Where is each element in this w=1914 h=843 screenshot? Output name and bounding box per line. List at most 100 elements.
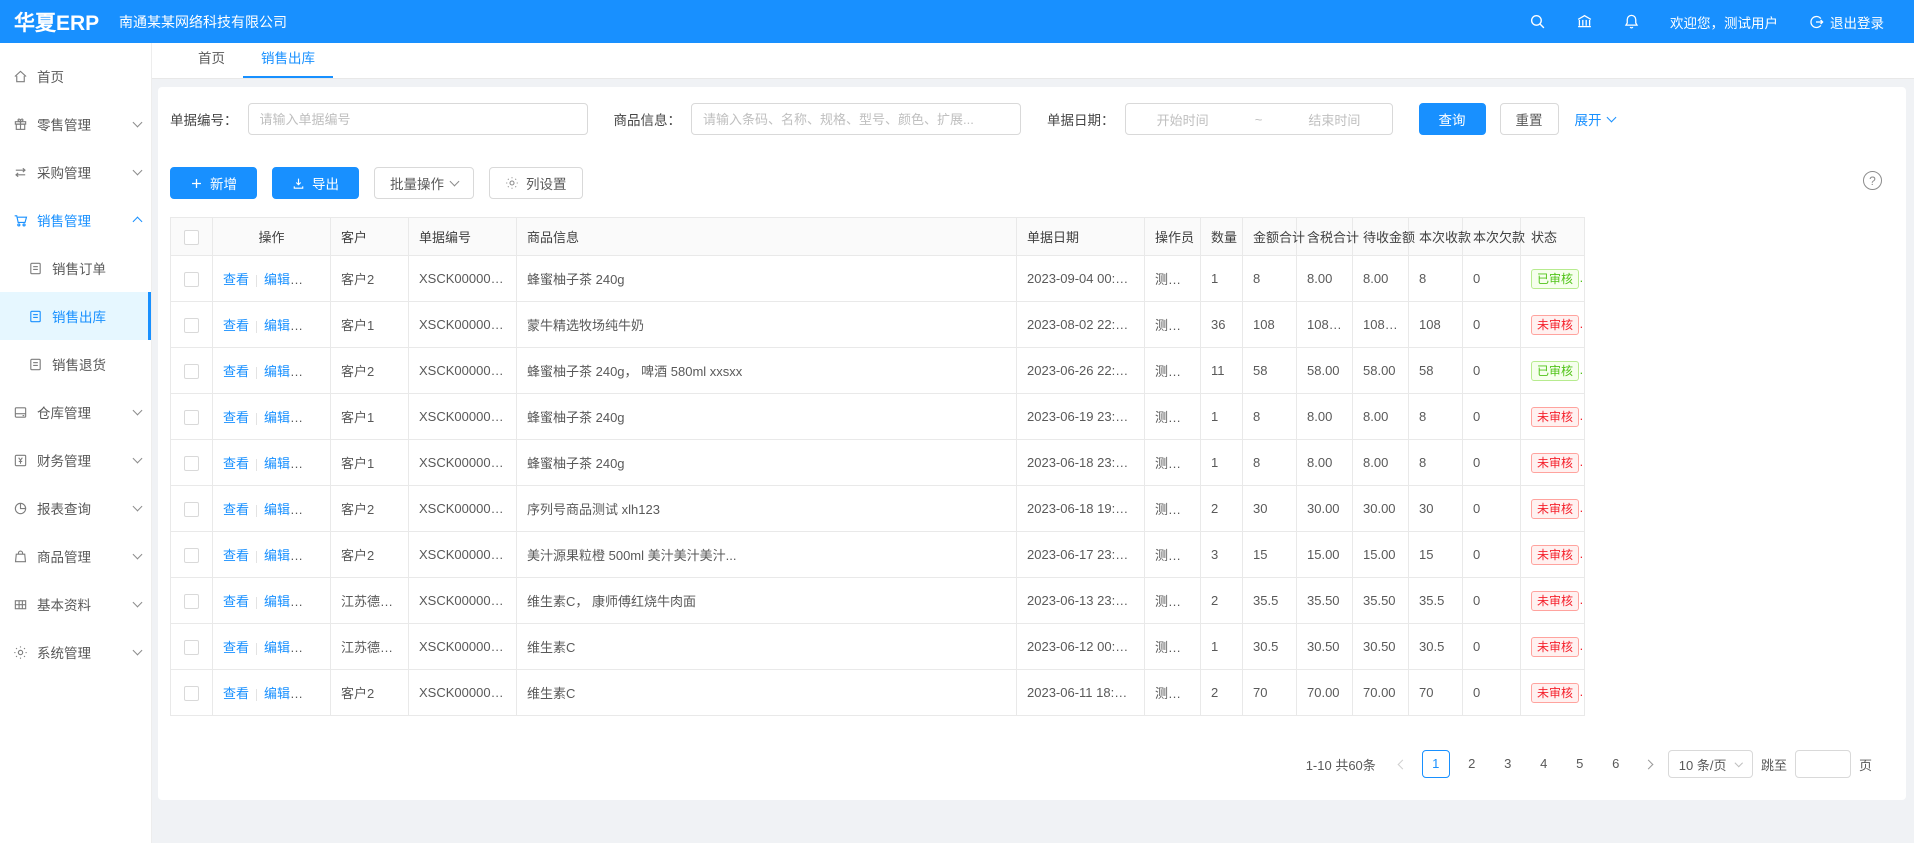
edit-link[interactable]: 编辑 — [264, 318, 303, 333]
sidebar-item-reports[interactable]: 报表查询 — [0, 484, 151, 532]
edit-link[interactable]: 编辑 — [264, 686, 303, 701]
table-row: 查看编辑复制删除 客户2 XSCK00000002932 序列号商品测试 xlh… — [171, 486, 1585, 532]
logout-button[interactable]: 退出登录 — [1808, 12, 1884, 32]
add-button[interactable]: 新增 — [170, 167, 257, 199]
sidebar-item-label: 商品管理 — [37, 546, 91, 566]
view-link[interactable]: 查看 — [223, 594, 249, 609]
sidebar-item-sales[interactable]: 销售管理 — [0, 196, 151, 244]
edit-link[interactable]: 编辑 — [264, 594, 303, 609]
edit-link[interactable]: 编辑 — [264, 410, 303, 425]
table-row: 查看编辑复制删除 客户1 XSCK00000003513 蒙牛精选牧场纯牛奶 2… — [171, 302, 1585, 348]
page-button-6[interactable]: 6 — [1602, 750, 1630, 778]
cell-date: 2023-06-12 00:08:21 — [1017, 624, 1145, 670]
copy-link[interactable]: 复制 — [305, 272, 330, 287]
row-checkbox[interactable] — [184, 410, 199, 425]
file-icon — [28, 261, 43, 276]
search-button[interactable]: 查询 — [1419, 103, 1486, 135]
copy-link[interactable]: 复制 — [305, 594, 330, 609]
edit-link[interactable]: 编辑 — [264, 364, 303, 379]
copy-link[interactable]: 复制 — [305, 640, 330, 655]
cell-products: 蜂蜜柚子茶 240g， 啤酒 580ml xxsxx — [517, 348, 1017, 394]
sidebar-item-sales-return[interactable]: 销售退货 — [0, 340, 151, 388]
edit-link[interactable]: 编辑 — [264, 456, 303, 471]
cell-receivable: 58.00 — [1353, 348, 1409, 394]
sidebar-item-finance[interactable]: 财务管理 — [0, 436, 151, 484]
bank-icon[interactable] — [1576, 13, 1593, 30]
expand-link[interactable]: 展开 — [1575, 109, 1615, 129]
edit-link[interactable]: 编辑 — [264, 502, 303, 517]
sidebar-item-home[interactable]: 首页 — [0, 52, 151, 100]
row-checkbox[interactable] — [184, 364, 199, 379]
tab-home[interactable]: 首页 — [180, 42, 243, 78]
copy-link[interactable]: 复制 — [305, 410, 330, 425]
row-checkbox[interactable] — [184, 502, 199, 517]
row-checkbox[interactable] — [184, 272, 199, 287]
view-link[interactable]: 查看 — [223, 502, 249, 517]
edit-link[interactable]: 编辑 — [264, 548, 303, 563]
home-icon — [13, 69, 28, 84]
page-button-5[interactable]: 5 — [1566, 750, 1594, 778]
copy-link[interactable]: 复制 — [305, 456, 330, 471]
sidebar-item-label: 财务管理 — [37, 450, 91, 470]
col-header-bill-no: 单据编号 — [409, 218, 517, 256]
row-checkbox[interactable] — [184, 640, 199, 655]
edit-link[interactable]: 编辑 — [264, 640, 303, 655]
sidebar-item-sales-outbound[interactable]: 销售出库 — [0, 292, 151, 340]
file-icon — [28, 357, 43, 372]
date-range-input[interactable]: 开始时间 ~ 结束时间 — [1125, 103, 1393, 135]
view-link[interactable]: 查看 — [223, 456, 249, 471]
view-link[interactable]: 查看 — [223, 272, 249, 287]
cell-products: 蜂蜜柚子茶 240g — [517, 256, 1017, 302]
copy-link[interactable]: 复制 — [305, 686, 330, 701]
column-settings-button[interactable]: 列设置 — [489, 167, 583, 199]
next-page-button[interactable] — [1638, 761, 1660, 768]
sidebar-item-warehouse[interactable]: 仓库管理 — [0, 388, 151, 436]
copy-link[interactable]: 复制 — [305, 502, 330, 517]
row-checkbox[interactable] — [184, 318, 199, 333]
view-link[interactable]: 查看 — [223, 686, 249, 701]
edit-link[interactable]: 编辑 — [264, 272, 303, 287]
page-button-3[interactable]: 3 — [1494, 750, 1522, 778]
view-link[interactable]: 查看 — [223, 548, 249, 563]
cell-qty: 36 — [1201, 302, 1243, 348]
copy-link[interactable]: 复制 — [305, 364, 330, 379]
cell-tax-total: 108.00 — [1297, 302, 1353, 348]
sidebar-item-system[interactable]: 系统管理 — [0, 628, 151, 676]
page-size-select[interactable]: 10 条/页 — [1668, 750, 1753, 778]
row-checkbox[interactable] — [184, 456, 199, 471]
jump-page-input[interactable] — [1795, 750, 1851, 778]
tab-sales-outbound[interactable]: 销售出库 — [243, 42, 333, 78]
view-link[interactable]: 查看 — [223, 410, 249, 425]
row-checkbox[interactable] — [184, 686, 199, 701]
help-icon[interactable]: ? — [1863, 171, 1882, 190]
col-header-receivable: 待收金额 — [1353, 218, 1409, 256]
batch-operation-button[interactable]: 批量操作 — [374, 167, 474, 199]
select-all-checkbox[interactable] — [184, 230, 199, 245]
page-button-2[interactable]: 2 — [1458, 750, 1486, 778]
view-link[interactable]: 查看 — [223, 364, 249, 379]
sidebar-item-retail[interactable]: 零售管理 — [0, 100, 151, 148]
table-row: 查看编辑复制删除 客户2 XSCK00000002700 维生素C 2023-0… — [171, 670, 1585, 716]
view-link[interactable]: 查看 — [223, 318, 249, 333]
cell-operator: 测试用户 — [1145, 394, 1201, 440]
page-button-1[interactable]: 1 — [1422, 750, 1450, 778]
view-link[interactable]: 查看 — [223, 640, 249, 655]
cell-products: 蒙牛精选牧场纯牛奶 — [517, 302, 1017, 348]
product-info-input[interactable] — [691, 103, 1021, 135]
search-icon[interactable] — [1529, 13, 1546, 30]
prev-page-button[interactable] — [1392, 761, 1414, 768]
sidebar-item-products[interactable]: 商品管理 — [0, 532, 151, 580]
copy-link[interactable]: 复制 — [305, 548, 330, 563]
reset-button[interactable]: 重置 — [1500, 103, 1559, 135]
row-checkbox[interactable] — [184, 548, 199, 563]
sidebar-item-basic-data[interactable]: 基本资料 — [0, 580, 151, 628]
bell-icon[interactable] — [1623, 13, 1640, 30]
bill-no-input[interactable] — [248, 103, 588, 135]
sidebar-item-sales-order[interactable]: 销售订单 — [0, 244, 151, 292]
export-button[interactable]: 导出 — [272, 167, 359, 199]
sidebar-item-purchase[interactable]: 采购管理 — [0, 148, 151, 196]
row-checkbox[interactable] — [184, 594, 199, 609]
copy-link[interactable]: 复制 — [305, 318, 330, 333]
page-button-4[interactable]: 4 — [1530, 750, 1558, 778]
cell-receivable: 15.00 — [1353, 532, 1409, 578]
